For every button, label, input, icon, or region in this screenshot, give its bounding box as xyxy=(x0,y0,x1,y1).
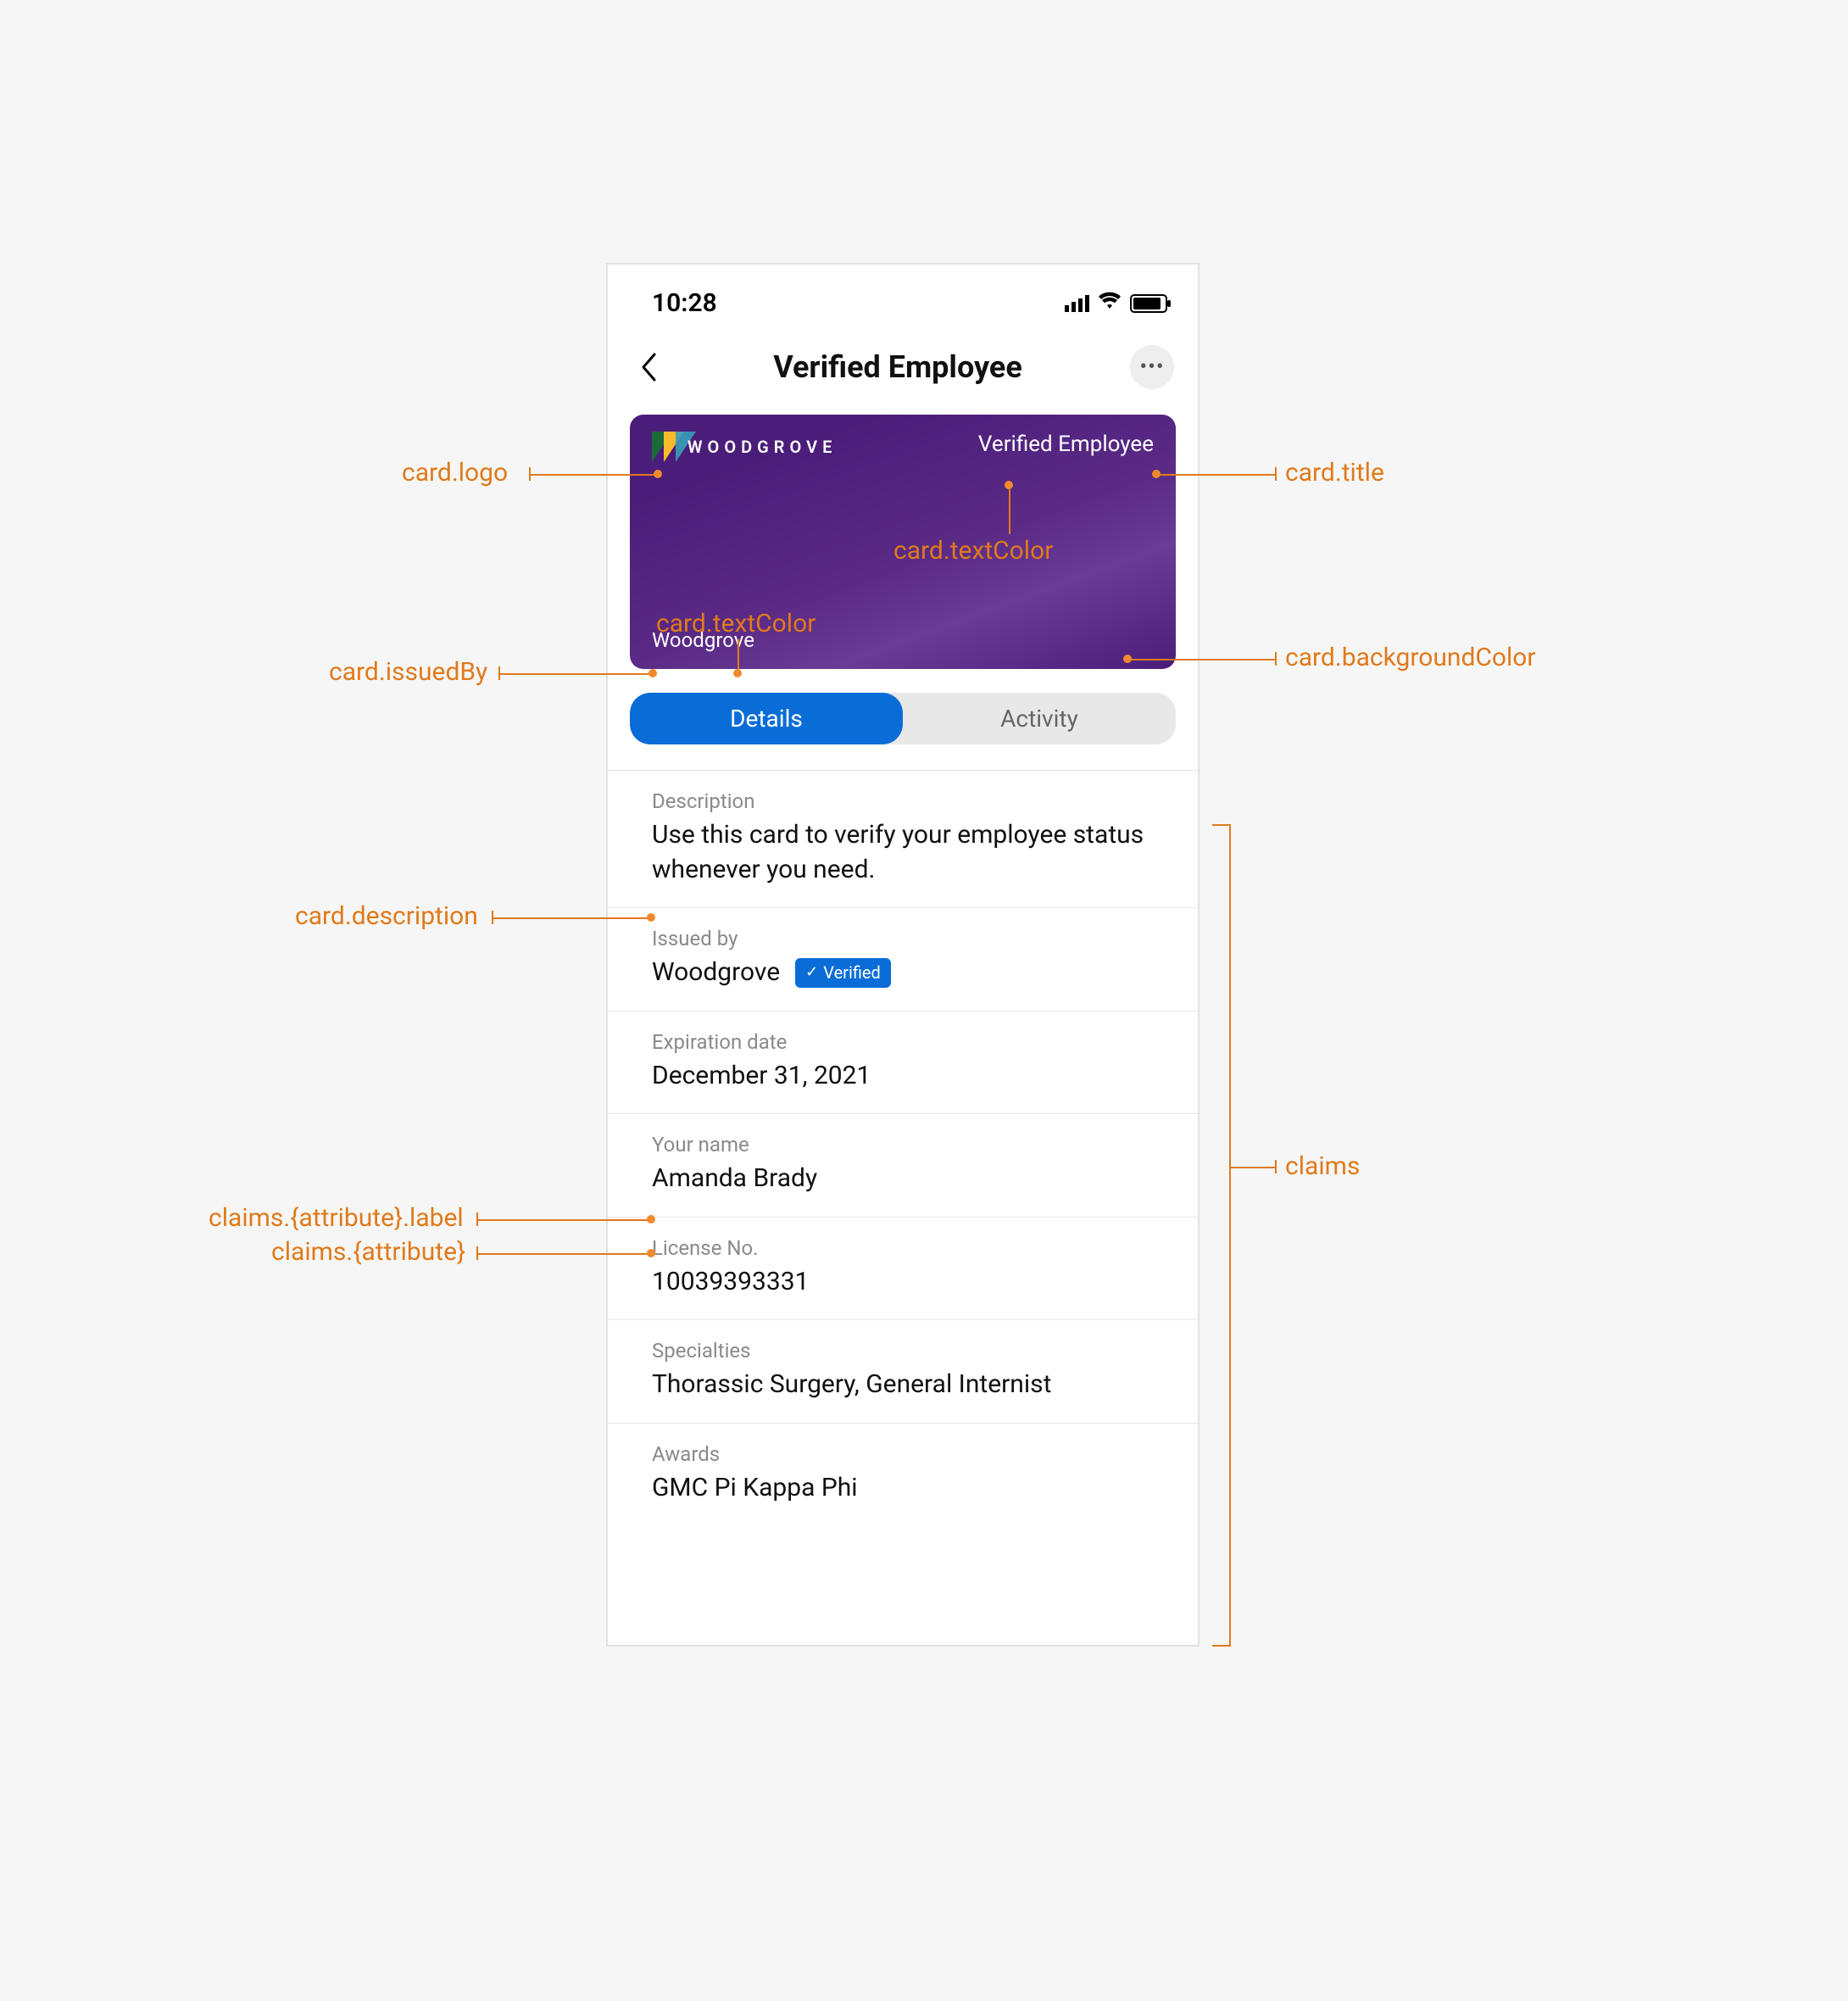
tab-details[interactable]: Details xyxy=(630,693,903,744)
card-title: Verified Employee xyxy=(978,432,1154,457)
annotation-line xyxy=(1229,1167,1275,1168)
description-label: Description xyxy=(652,789,1154,813)
annotation-line xyxy=(529,474,656,476)
annotation-tick xyxy=(529,467,531,481)
page-header: Verified Employee ••• xyxy=(608,326,1198,404)
tabs: Details Activity xyxy=(630,693,1176,744)
status-bar: 10:28 xyxy=(608,265,1198,326)
verified-badge: ✓ Verified xyxy=(795,958,891,988)
expiration-label: Expiration date xyxy=(652,1030,1154,1054)
name-label: Your name xyxy=(652,1133,1154,1157)
annotation-dot xyxy=(647,1249,655,1257)
annotation-claims-attribute: claims.{attribute} xyxy=(271,1237,465,1267)
page-title: Verified Employee xyxy=(665,349,1130,385)
cellular-icon xyxy=(1065,295,1089,312)
annotation-claims-attribute-label: claims.{attribute}.label xyxy=(209,1203,464,1233)
row-issued-by: Issued by Woodgrove ✓ Verified xyxy=(608,908,1198,1012)
annotation-line xyxy=(476,1253,649,1255)
annotation-dot xyxy=(647,1215,655,1223)
details-list: Description Use this card to verify your… xyxy=(608,770,1198,1525)
annotation-line xyxy=(1127,659,1275,660)
annotation-card-issuedby: card.issuedBy xyxy=(329,657,487,687)
status-time: 10:28 xyxy=(652,288,717,318)
license-label: License No. xyxy=(652,1236,1154,1260)
tab-activity[interactable]: Activity xyxy=(903,693,1176,744)
card-logo-text: WOODGROVE xyxy=(687,437,837,457)
more-button[interactable]: ••• xyxy=(1130,345,1174,389)
annotation-tick xyxy=(476,1212,478,1226)
row-expiration: Expiration date December 31, 2021 xyxy=(608,1012,1198,1115)
issued-by-label: Issued by xyxy=(652,927,1154,950)
annotation-line xyxy=(476,1219,649,1221)
annotation-bracket-cap xyxy=(1212,824,1229,826)
annotation-card-textcolor-2: card.textColor xyxy=(656,609,815,638)
wifi-icon xyxy=(1098,291,1122,316)
annotation-tick xyxy=(476,1246,478,1260)
diagram-canvas: 10:28 Verified Employee ••• xyxy=(0,0,1848,2001)
annotation-dot xyxy=(647,913,655,922)
annotation-card-backgroundcolor: card.backgroundColor xyxy=(1285,643,1536,672)
annotation-dot xyxy=(1005,481,1013,489)
awards-label: Awards xyxy=(652,1442,1154,1466)
battery-icon xyxy=(1130,294,1167,313)
check-icon: ✓ xyxy=(805,962,818,983)
annotation-tick xyxy=(1275,652,1277,666)
name-value: Amanda Brady xyxy=(652,1162,1154,1196)
awards-value: GMC Pi Kappa Phi xyxy=(652,1471,1154,1506)
expiration-value: December 31, 2021 xyxy=(652,1059,1154,1094)
annotation-line xyxy=(1156,474,1275,476)
row-name: Your name Amanda Brady xyxy=(608,1114,1198,1218)
row-license: License No. 10039393331 xyxy=(608,1218,1198,1321)
phone-frame: 10:28 Verified Employee ••• xyxy=(606,263,1200,1647)
status-icons xyxy=(1065,291,1167,316)
annotation-bracket-cap xyxy=(1212,1645,1229,1647)
specialties-value: Thorassic Surgery, General Internist xyxy=(652,1368,1154,1402)
back-button[interactable] xyxy=(632,350,665,384)
annotation-bracket xyxy=(1229,824,1231,1647)
description-value: Use this card to verify your employee st… xyxy=(652,818,1154,887)
issued-by-value: Woodgrove xyxy=(652,956,780,990)
verified-badge-label: Verified xyxy=(823,961,881,984)
annotation-dot xyxy=(1152,470,1161,478)
row-description: Description Use this card to verify your… xyxy=(608,771,1198,908)
annotation-dot xyxy=(1123,655,1132,663)
annotation-tick xyxy=(1275,467,1277,481)
annotation-dot xyxy=(733,669,742,677)
annotation-dot xyxy=(648,669,657,677)
annotation-dot xyxy=(654,470,662,478)
license-value: 10039393331 xyxy=(652,1265,1154,1300)
annotation-tick xyxy=(492,911,493,924)
annotation-card-logo: card.logo xyxy=(402,458,508,488)
annotation-claims: claims xyxy=(1285,1151,1360,1181)
annotation-card-textcolor-1: card.textColor xyxy=(893,536,1053,566)
annotation-tick xyxy=(1275,1160,1277,1173)
row-awards: Awards GMC Pi Kappa Phi xyxy=(608,1424,1198,1526)
row-specialties: Specialties Thorassic Surgery, General I… xyxy=(608,1320,1198,1424)
annotation-line xyxy=(498,673,651,675)
annotation-card-title: card.title xyxy=(1285,458,1384,488)
annotation-line xyxy=(1009,485,1010,534)
card-logo: WOODGROVE xyxy=(652,432,837,462)
specialties-label: Specialties xyxy=(652,1339,1154,1363)
annotation-tick xyxy=(498,666,500,680)
annotation-card-description: card.description xyxy=(295,901,478,931)
annotation-line xyxy=(492,917,649,919)
annotation-line xyxy=(738,639,739,672)
